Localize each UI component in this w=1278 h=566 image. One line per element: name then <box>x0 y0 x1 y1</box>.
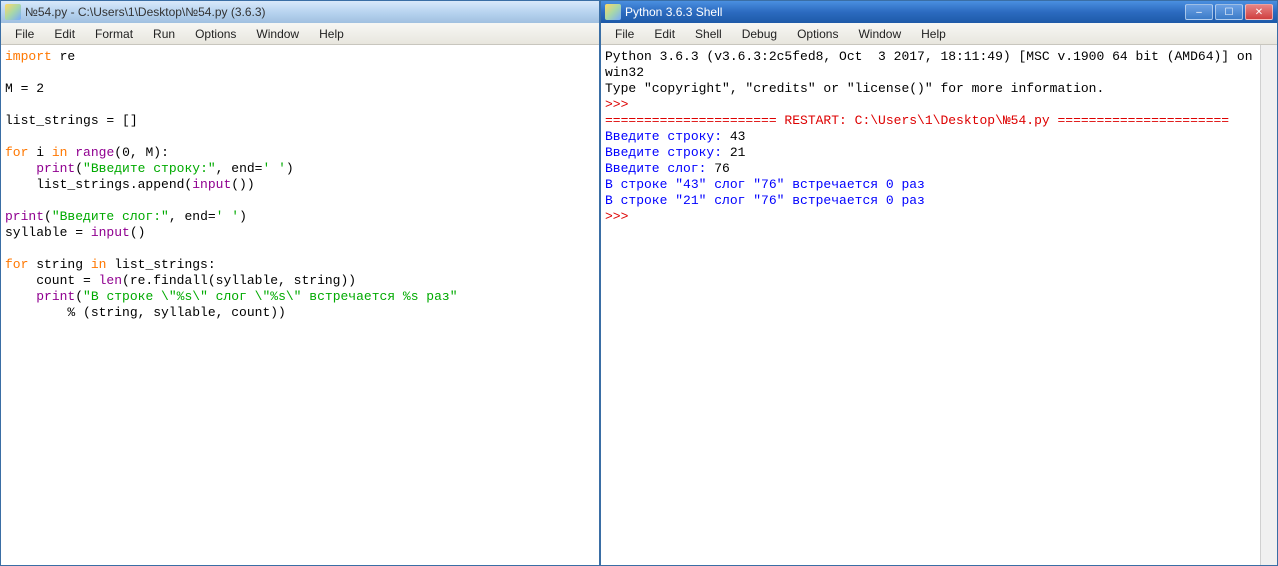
shell-titlebar[interactable]: Python 3.6.3 Shell – ☐ ✕ <box>601 1 1277 23</box>
menu-run[interactable]: Run <box>143 24 185 44</box>
code-line: print("Введите строку:", end=' ') <box>5 161 595 177</box>
shell-line: >>> <box>605 97 1257 113</box>
code-line: import re <box>5 49 595 65</box>
code-line: list_strings = [] <box>5 113 595 129</box>
menu-window[interactable]: Window <box>246 24 309 44</box>
menu-shell[interactable]: Shell <box>685 24 732 44</box>
menu-help[interactable]: Help <box>911 24 956 44</box>
menu-format[interactable]: Format <box>85 24 143 44</box>
maximize-button[interactable]: ☐ <box>1215 4 1243 20</box>
python-icon <box>5 4 21 20</box>
shell-line: Python 3.6.3 (v3.6.3:2c5fed8, Oct 3 2017… <box>605 49 1257 81</box>
editor-window: №54.py - C:\Users\1\Desktop\№54.py (3.6.… <box>0 0 600 566</box>
shell-title: Python 3.6.3 Shell <box>625 5 1185 19</box>
editor-menubar: File Edit Format Run Options Window Help <box>1 23 599 45</box>
code-line: print("В строке \"%s\" слог \"%s\" встре… <box>5 289 595 305</box>
shell-line: Введите строку: 21 <box>605 145 1257 161</box>
editor-code-area[interactable]: import re M = 2 list_strings = [] for i … <box>1 45 599 565</box>
menu-options[interactable]: Options <box>185 24 246 44</box>
shell-line: В строке "21" слог "76" встречается 0 ра… <box>605 193 1257 209</box>
code-line: for i in range(0, M): <box>5 145 595 161</box>
python-icon <box>605 4 621 20</box>
shell-line: ====================== RESTART: C:\Users… <box>605 113 1257 129</box>
code-line: for string in list_strings: <box>5 257 595 273</box>
shell-line: Введите строку: 43 <box>605 129 1257 145</box>
editor-title: №54.py - C:\Users\1\Desktop\№54.py (3.6.… <box>25 5 595 19</box>
code-line: % (string, syllable, count)) <box>5 305 595 321</box>
shell-line: >>> <box>605 209 1257 225</box>
editor-titlebar[interactable]: №54.py - C:\Users\1\Desktop\№54.py (3.6.… <box>1 1 599 23</box>
window-controls: – ☐ ✕ <box>1185 4 1273 20</box>
menu-options[interactable]: Options <box>787 24 848 44</box>
shell-menubar: File Edit Shell Debug Options Window Hel… <box>601 23 1277 45</box>
code-line <box>5 97 595 113</box>
shell-line: В строке "43" слог "76" встречается 0 ра… <box>605 177 1257 193</box>
code-line: list_strings.append(input()) <box>5 177 595 193</box>
shell-line: Введите слог: 76 <box>605 161 1257 177</box>
menu-window[interactable]: Window <box>848 24 911 44</box>
code-line: count = len(re.findall(syllable, string)… <box>5 273 595 289</box>
menu-help[interactable]: Help <box>309 24 354 44</box>
code-line <box>5 129 595 145</box>
shell-output-area[interactable]: Python 3.6.3 (v3.6.3:2c5fed8, Oct 3 2017… <box>601 45 1277 565</box>
menu-file[interactable]: File <box>5 24 44 44</box>
code-line: M = 2 <box>5 81 595 97</box>
minimize-button[interactable]: – <box>1185 4 1213 20</box>
code-line <box>5 193 595 209</box>
shell-line: Type "copyright", "credits" or "license(… <box>605 81 1257 97</box>
code-line: print("Введите слог:", end=' ') <box>5 209 595 225</box>
shell-window: Python 3.6.3 Shell – ☐ ✕ File Edit Shell… <box>600 0 1278 566</box>
menu-file[interactable]: File <box>605 24 644 44</box>
menu-edit[interactable]: Edit <box>644 24 685 44</box>
menu-debug[interactable]: Debug <box>732 24 787 44</box>
scrollbar-vertical[interactable] <box>1260 45 1277 565</box>
code-line <box>5 241 595 257</box>
code-line <box>5 65 595 81</box>
menu-edit[interactable]: Edit <box>44 24 85 44</box>
close-button[interactable]: ✕ <box>1245 4 1273 20</box>
code-line: syllable = input() <box>5 225 595 241</box>
